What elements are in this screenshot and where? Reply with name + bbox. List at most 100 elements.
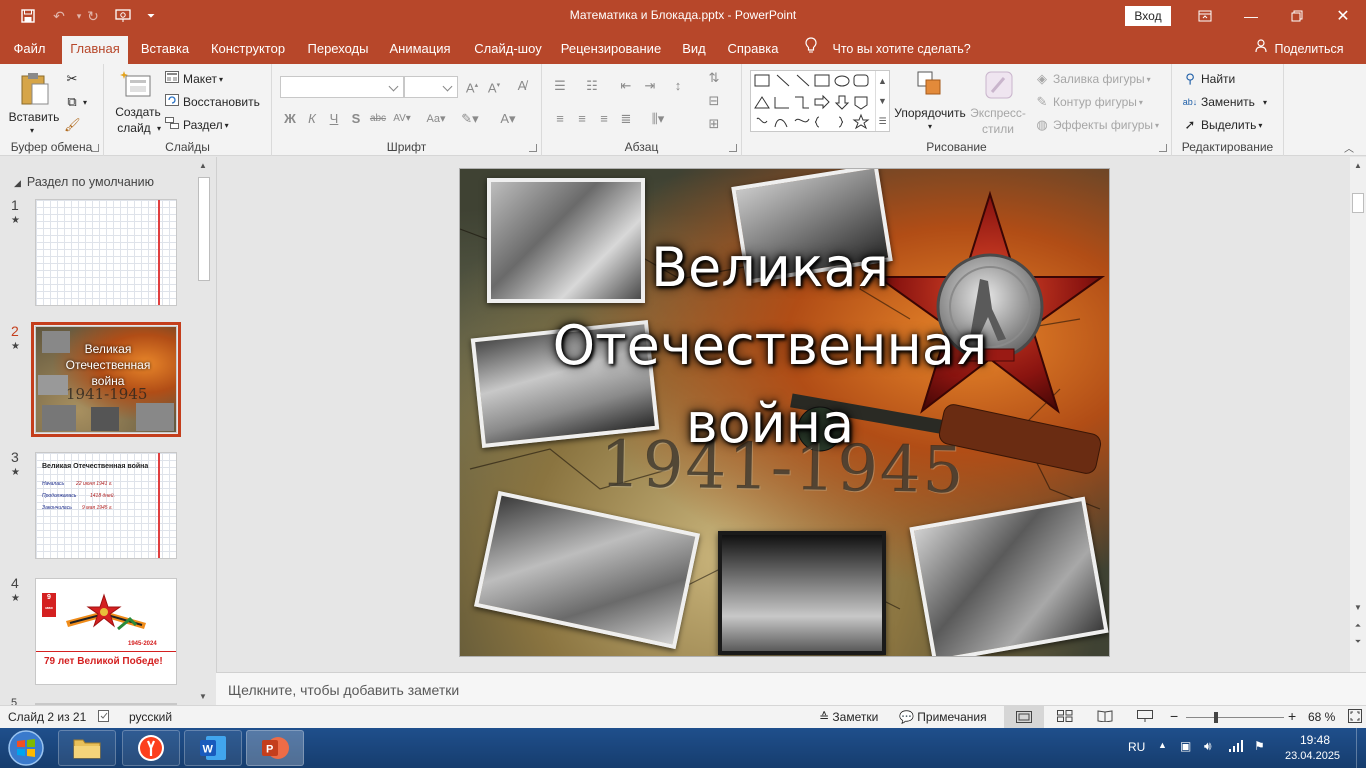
clear-formatting-icon[interactable]: A̸ xyxy=(512,76,532,96)
tab-review[interactable]: Рецензирование xyxy=(559,36,663,64)
increase-indent-icon[interactable]: ⇥ xyxy=(640,76,660,96)
scroll-thumb[interactable] xyxy=(1352,193,1364,213)
clock-date[interactable]: 23.04.2025 xyxy=(1285,750,1340,762)
italic-icon[interactable]: К xyxy=(302,109,322,129)
shadow-icon[interactable]: S xyxy=(346,109,366,129)
tab-slideshow[interactable]: Слайд-шоу xyxy=(469,36,547,64)
proofing-icon[interactable] xyxy=(98,710,112,725)
decrease-font-icon[interactable]: A▾ xyxy=(484,76,504,96)
notes-placeholder[interactable]: Щелкните, чтобы добавить заметки xyxy=(228,682,459,698)
arrange-button[interactable]: Упорядочить ▾ xyxy=(894,68,966,138)
section-button[interactable]: Раздел ▾ xyxy=(164,115,229,135)
numbering-icon[interactable]: ☷ xyxy=(582,76,602,96)
layout-button[interactable]: Макет ▾ xyxy=(164,69,223,89)
tab-home[interactable]: Главная xyxy=(62,36,128,64)
font-size-combo[interactable] xyxy=(404,76,458,98)
scroll-down-icon[interactable]: ▼ xyxy=(199,692,207,701)
zoom-in-icon[interactable]: + xyxy=(1288,708,1296,724)
share-button[interactable]: Поделиться xyxy=(1255,36,1344,62)
ribbon-display-options-icon[interactable] xyxy=(1182,0,1228,32)
previous-slide-icon[interactable]: ⏶ xyxy=(1353,621,1363,631)
network-icon[interactable] xyxy=(1228,739,1244,756)
bullets-icon[interactable]: ☰ xyxy=(550,76,570,96)
align-text-icon[interactable]: ⊟ xyxy=(704,91,724,111)
restore-icon[interactable] xyxy=(1274,0,1320,32)
align-right-icon[interactable]: ≡ xyxy=(594,109,614,129)
taskbar-yandex-browser[interactable] xyxy=(122,730,180,766)
shape-fill-button[interactable]: ◈ Заливка фигуры ▾ xyxy=(1034,69,1151,89)
shape-outline-button[interactable]: ✎ Контур фигуры ▾ xyxy=(1034,92,1143,112)
zoom-slider-thumb[interactable] xyxy=(1214,712,1218,723)
slide-thumbnail-3[interactable]: Великая Отечественная война Началась 22 … xyxy=(35,452,177,559)
scroll-thumb[interactable] xyxy=(198,177,210,281)
clock-time[interactable]: 19:48 xyxy=(1300,733,1330,747)
select-button[interactable]: ➚ Выделить ▾ xyxy=(1182,115,1263,135)
shape-effects-button[interactable]: ◍ Эффекты фигуры ▾ xyxy=(1034,115,1159,135)
change-case-icon[interactable]: Aa▾ xyxy=(422,109,450,129)
font-color-icon[interactable]: A▾ xyxy=(498,109,518,129)
slide-thumbnail-1[interactable] xyxy=(35,199,177,306)
usb-device-icon[interactable]: ▣ xyxy=(1180,739,1191,753)
zoom-level[interactable]: 68 % xyxy=(1308,710,1335,724)
section-header[interactable]: ◢ Раздел по умолчанию xyxy=(14,175,154,189)
paste-button[interactable]: Вставить ▾ xyxy=(8,70,60,135)
collapse-ribbon-icon[interactable]: ︿ xyxy=(1344,140,1354,155)
start-button[interactable] xyxy=(4,729,48,767)
justify-icon[interactable]: ≣ xyxy=(616,109,636,129)
format-painter-button[interactable]: 🖌 xyxy=(64,115,83,135)
clipboard-launcher-icon[interactable] xyxy=(91,144,99,152)
columns-icon[interactable]: ⫼▾ xyxy=(648,109,668,129)
cut-button[interactable]: ✂ xyxy=(64,69,83,89)
show-hidden-icons-icon[interactable]: ▲ xyxy=(1158,740,1167,750)
tab-insert[interactable]: Вставка xyxy=(136,36,194,64)
taskbar-word[interactable]: W xyxy=(184,730,242,766)
scroll-down-icon[interactable]: ▼ xyxy=(1353,603,1363,613)
volume-icon[interactable]: 🔊︎ xyxy=(1204,739,1212,754)
reset-button[interactable]: Восстановить xyxy=(164,92,260,112)
line-spacing-icon[interactable]: ↕ xyxy=(668,76,688,96)
save-icon[interactable] xyxy=(17,6,39,26)
slide-scrollbar[interactable]: ▲ ▼ ⏶ ⏷ xyxy=(1350,157,1366,672)
highlight-icon[interactable]: ✎▾ xyxy=(460,109,480,129)
minimize-icon[interactable]: — xyxy=(1228,0,1274,32)
redo-icon[interactable]: ↻ xyxy=(82,6,104,26)
quick-styles-button[interactable]: Экспресс- стили xyxy=(968,68,1028,138)
taskbar-powerpoint[interactable]: P xyxy=(246,730,304,766)
new-slide-button[interactable]: Создать слайд ▾ xyxy=(110,68,161,138)
drawing-launcher-icon[interactable] xyxy=(1159,144,1167,152)
find-button[interactable]: ⚲ Найти xyxy=(1182,69,1235,89)
paragraph-launcher-icon[interactable] xyxy=(729,144,737,152)
zoom-out-icon[interactable]: − xyxy=(1170,708,1178,724)
undo-icon[interactable]: ↶ xyxy=(48,6,70,26)
strikethrough-icon[interactable]: abc xyxy=(368,109,388,129)
show-desktop-button[interactable] xyxy=(1356,728,1366,768)
scroll-up-icon[interactable]: ▲ xyxy=(199,161,207,170)
underline-icon[interactable]: Ч xyxy=(324,109,344,129)
align-left-icon[interactable]: ≡ xyxy=(550,109,570,129)
close-icon[interactable]: ✕ xyxy=(1320,0,1366,32)
copy-button[interactable]: ⧉ ▾ xyxy=(64,92,87,112)
slide-thumbnail-2[interactable]: Великая Отечественная война 1941-1945 xyxy=(31,322,181,437)
text-direction-icon[interactable]: ⇅ xyxy=(704,68,724,88)
slideshow-view-icon[interactable] xyxy=(1137,710,1153,725)
tab-transitions[interactable]: Переходы xyxy=(303,36,373,64)
taskbar-file-explorer[interactable] xyxy=(58,730,116,766)
fit-to-window-icon[interactable] xyxy=(1348,709,1362,726)
tab-file[interactable]: Файл xyxy=(6,36,53,64)
tab-help[interactable]: Справка xyxy=(724,36,782,64)
slide-sorter-icon[interactable] xyxy=(1057,710,1073,725)
present-from-start-icon[interactable] xyxy=(112,6,134,26)
replace-button[interactable]: ab↓ Заменить ▾ xyxy=(1182,92,1267,112)
tell-me-search[interactable]: Что вы хотите сделать? xyxy=(805,36,971,62)
shapes-scroll-icon[interactable]: ▲ ▼ ☰ xyxy=(875,71,889,131)
action-center-icon[interactable]: ⚑ xyxy=(1254,739,1265,753)
normal-view-button[interactable] xyxy=(1004,706,1044,728)
input-language[interactable]: RU xyxy=(1128,740,1145,754)
next-slide-icon[interactable]: ⏷ xyxy=(1353,637,1363,647)
notes-pane[interactable]: Щелкните, чтобы добавить заметки xyxy=(216,672,1366,705)
font-launcher-icon[interactable] xyxy=(529,144,537,152)
reading-view-icon[interactable] xyxy=(1097,710,1113,725)
current-slide[interactable]: 1941-1945 Великая Отечественная война xyxy=(459,168,1110,657)
slide-thumbnail-4[interactable]: 9 мая 1945-2024 79 лет Великой Победе! xyxy=(35,578,177,685)
decrease-indent-icon[interactable]: ⇤ xyxy=(616,76,636,96)
